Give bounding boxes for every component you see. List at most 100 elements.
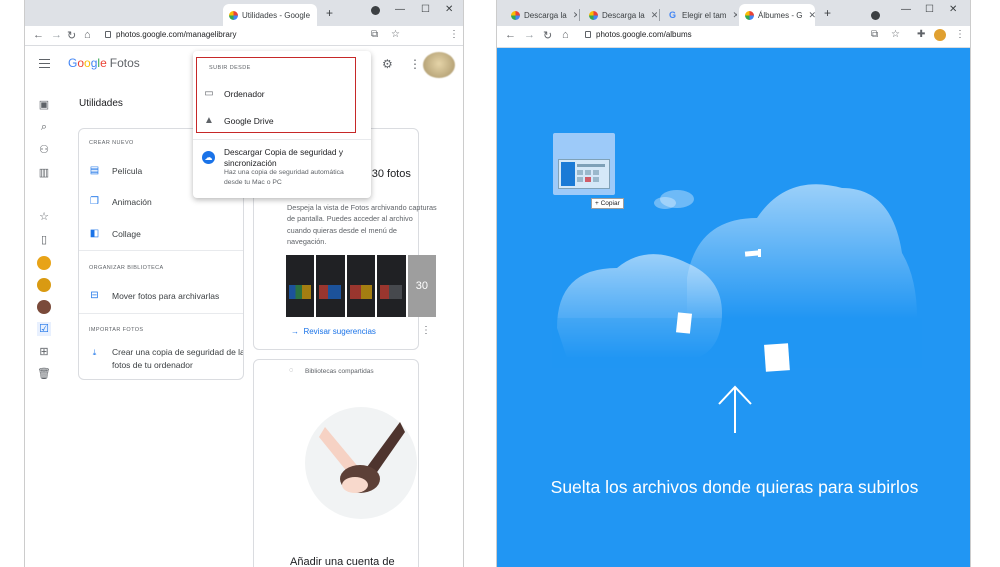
collage-icon: ◧: [89, 228, 100, 239]
more-options-icon[interactable]: ⋮: [421, 325, 431, 336]
item-label: Crear una copia de seguridad de las foto…: [112, 347, 244, 370]
tab-albumes[interactable]: Álbumes - G ✕: [739, 4, 815, 26]
google-photos-favicon-icon: [511, 10, 520, 20]
dragged-file-preview[interactable]: [553, 133, 615, 195]
google-photos-favicon-icon: [745, 10, 754, 20]
google-photos-logo[interactable]: Google Fotos: [68, 56, 140, 70]
minimize-icon[interactable]: —: [395, 4, 405, 15]
new-tab-button[interactable]: +: [824, 6, 831, 20]
install-app-icon[interactable]: ⧉: [371, 29, 378, 40]
address-bar: ← → ↻ ⌂ photos.google.com/albums ⧉ ☆ ✚ ⋮: [497, 26, 970, 48]
tab-descarga-2[interactable]: Descarga la ✕: [583, 4, 657, 26]
bookmark-star-icon[interactable]: ☆: [391, 29, 400, 40]
forward-icon[interactable]: →: [51, 29, 62, 41]
person-face-icon[interactable]: [37, 300, 51, 314]
animation-icon: ❐: [90, 196, 99, 207]
item-label: Collage: [112, 229, 141, 239]
suggestion-description: Despeja la vista de Fotos archivando cap…: [287, 203, 437, 246]
record-icon[interactable]: [371, 6, 380, 15]
backup-computer-item[interactable]: ⤓ Crear una copia de seguridad de las fot…: [89, 346, 244, 372]
menu-kebab-icon[interactable]: ⋮: [449, 29, 459, 40]
trash-icon[interactable]: 🗑: [37, 367, 51, 381]
copy-tooltip: + Copiar: [591, 198, 624, 209]
move-to-archive-item[interactable]: ⊟ Mover fotos para archivarlas: [89, 290, 219, 302]
upload-from-computer-item[interactable]: ▭ Ordenador: [203, 88, 264, 99]
sharing-people-icon[interactable]: ⚇: [37, 143, 51, 157]
tab-close-icon[interactable]: ✕: [651, 10, 657, 21]
review-suggestions-link[interactable]: → Revisar sugerencias: [291, 327, 376, 336]
logo-letter: e: [100, 56, 107, 70]
tab-close-icon[interactable]: ✕: [732, 10, 737, 21]
tab-close-icon[interactable]: ✕: [316, 10, 317, 21]
lock-icon: [585, 31, 591, 38]
back-icon[interactable]: ←: [33, 29, 44, 41]
maximize-icon[interactable]: ☐: [421, 4, 430, 15]
library-book-icon[interactable]: ▥: [37, 166, 51, 180]
tab-separator: [659, 9, 660, 21]
divider: [79, 250, 243, 251]
menu-kebab-icon[interactable]: ⋮: [955, 29, 965, 40]
tab-close-icon[interactable]: ✕: [808, 10, 815, 21]
back-icon[interactable]: ←: [505, 29, 516, 41]
bookmark-star-icon[interactable]: ☆: [891, 29, 900, 40]
tab-utilidades[interactable]: Utilidades - Google ✕: [223, 4, 317, 26]
record-icon[interactable]: [871, 11, 880, 20]
backup-sync-title[interactable]: Descargar Copia de seguridad y sincroniz…: [224, 147, 364, 168]
divider: [79, 313, 243, 314]
install-app-icon[interactable]: ⧉: [871, 29, 878, 40]
more-count: 30: [415, 280, 428, 292]
main-menu-icon[interactable]: [39, 59, 50, 68]
search-icon[interactable]: ⌕: [37, 120, 51, 134]
logo-letter: G: [68, 56, 78, 70]
avatar[interactable]: [423, 52, 455, 78]
screenshot-thumbnail[interactable]: [286, 255, 315, 317]
photos-icon[interactable]: ▣: [37, 98, 51, 112]
minimize-icon[interactable]: —: [901, 4, 911, 15]
logo-letter: o: [84, 56, 91, 70]
browser-window-left: Utilidades - Google ✕ + — ☐ ✕ ← → ↻ ⌂ ph…: [24, 0, 464, 567]
tab-elegir-tamano[interactable]: G Elegir el tam ✕: [663, 4, 737, 26]
archive-icon[interactable]: ⊞: [37, 345, 51, 359]
create-collage-item[interactable]: ◧ Collage: [89, 228, 141, 240]
tab-strip: Utilidades - Google ✕ + — ☐ ✕: [25, 0, 463, 26]
close-window-icon[interactable]: ✕: [949, 4, 957, 15]
home-icon[interactable]: ⌂: [562, 29, 569, 41]
reload-icon[interactable]: ↻: [543, 29, 552, 42]
backup-sync-subtitle: Haz una copia de seguridad automática de…: [224, 169, 344, 186]
create-animation-item[interactable]: ❐ Animación: [89, 196, 152, 208]
utilities-icon[interactable]: ☑: [37, 322, 51, 336]
forward-icon[interactable]: →: [524, 29, 535, 41]
extensions-puzzle-icon[interactable]: ✚: [917, 29, 925, 40]
close-window-icon[interactable]: ✕: [445, 4, 453, 15]
person-face-icon[interactable]: [37, 256, 51, 270]
more-screenshots-tile[interactable]: 30: [407, 255, 437, 317]
screenshot-thumbnail[interactable]: [316, 255, 345, 317]
laptop-icon: ▭: [204, 88, 214, 99]
tab-title: Descarga la: [602, 10, 645, 20]
person-face-icon[interactable]: [37, 278, 51, 292]
url-field[interactable]: photos.google.com/managelibrary: [105, 30, 237, 39]
tab-descarga-1[interactable]: Descarga la ✕: [505, 4, 577, 26]
google-g-icon: G: [669, 9, 677, 20]
shared-libraries-label: Bibliotecas compartidas: [305, 368, 374, 375]
upload-from-drive-item[interactable]: ▲ Google Drive: [203, 115, 274, 126]
screenshot-thumbnail[interactable]: [346, 255, 376, 317]
new-tab-button[interactable]: +: [326, 6, 333, 20]
profile-avatar[interactable]: [934, 29, 946, 41]
archive-icon: ⊟: [90, 290, 99, 301]
create-movie-item[interactable]: ▤ Película: [89, 166, 143, 177]
screenshot-thumbnail[interactable]: [377, 255, 406, 317]
google-photos-favicon-icon: [589, 10, 598, 20]
reload-icon[interactable]: ↻: [67, 29, 76, 42]
device-folder-icon[interactable]: ▯: [37, 233, 51, 247]
settings-gear-icon[interactable]: ⚙: [382, 57, 393, 71]
favorites-star-icon[interactable]: ☆: [37, 210, 51, 224]
maximize-icon[interactable]: ☐: [925, 4, 934, 15]
page-title: Utilidades: [79, 98, 123, 109]
upload-drop-zone[interactable]: + Copiar Suelta los archivos donde quier…: [497, 48, 970, 567]
screenshot-thumbnails[interactable]: 30: [286, 255, 437, 317]
url-field[interactable]: photos.google.com/albums: [585, 30, 692, 39]
tab-close-icon[interactable]: ✕: [573, 10, 577, 21]
home-icon[interactable]: ⌂: [84, 29, 91, 41]
item-label: Película: [112, 166, 143, 176]
